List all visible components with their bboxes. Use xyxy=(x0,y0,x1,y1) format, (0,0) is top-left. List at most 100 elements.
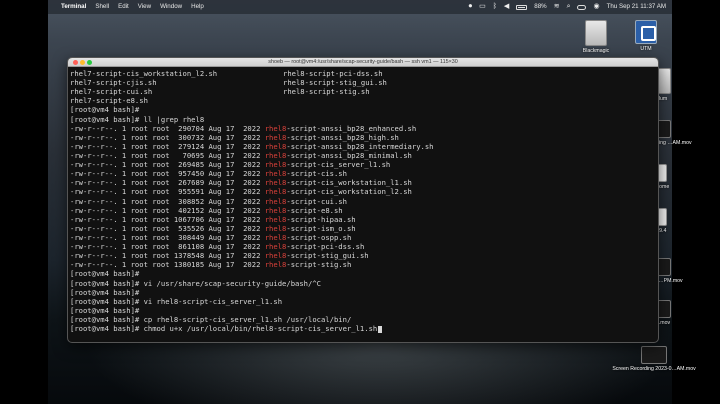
ls-meta: -rw-r--r--. 1 root root 290704 Aug 17 20… xyxy=(70,123,265,133)
desktop-icon-blackmagic[interactable]: Blackmagic xyxy=(574,20,618,54)
terminal-line: -rw-r--r--. 1 root root 290704 Aug 17 20… xyxy=(70,124,656,133)
terminal-title-bar[interactable]: shoeb — root@vm4:/usr/share/scap-securit… xyxy=(68,58,658,67)
ls-meta: -rw-r--r--. 1 root root 267689 Aug 17 20… xyxy=(70,178,265,188)
ls-meta: -rw-r--r--. 1 root root 308449 Aug 17 20… xyxy=(70,232,265,242)
terminal-line: -rw-r--r--. 1 root root 957450 Aug 17 20… xyxy=(70,169,656,178)
grep-match: rhel8 xyxy=(264,232,287,242)
menu-app-name[interactable]: Terminal xyxy=(61,0,86,14)
ls-filename-suffix: -script-anssi_bp28_high.sh xyxy=(286,132,399,142)
grep-match: rhel8 xyxy=(264,160,287,170)
grep-match: rhel8 xyxy=(264,251,287,261)
desktop-icon-utm[interactable]: UTM xyxy=(624,20,668,52)
desktop-icon-label: Screen Recording 2023-0…AM.mov xyxy=(612,366,696,372)
terminal-output[interactable]: rhel7-script-cis_workstation_l2.sh rhel8-… xyxy=(68,68,658,342)
terminal-line: [root@vm4 bash]# xyxy=(70,306,656,315)
shell-line: [root@vm4 bash]# xyxy=(70,105,140,115)
grep-match: rhel8 xyxy=(264,150,287,160)
ls-filename-suffix: -script-hipaa.sh xyxy=(286,214,356,224)
desktop-icon-label: UTM xyxy=(640,46,652,52)
grep-match: rhel8 xyxy=(264,178,287,188)
utm-app-icon xyxy=(635,20,657,44)
screen: Terminal Shell Edit View Window Help ⏺ ▭… xyxy=(0,0,720,404)
ls-filename-suffix: -script-stig_gui.sh xyxy=(286,251,369,261)
ls-filename-suffix: -script-e8.sh xyxy=(286,205,343,215)
file-name-col1: rhel7-script-cui.sh xyxy=(70,87,153,97)
terminal-line: -rw-r--r--. 1 root root 1378548 Aug 17 2… xyxy=(70,251,656,260)
ls-filename-suffix: -script-ism_o.sh xyxy=(286,223,356,233)
shell-line: [root@vm4 bash]# ll |grep rhel8 xyxy=(70,114,205,124)
file-name-col1: rhel7-script-e8.sh xyxy=(70,96,148,106)
battery-icon[interactable] xyxy=(516,4,528,10)
menu-view[interactable]: View xyxy=(138,0,151,14)
menu-window[interactable]: Window xyxy=(160,0,182,14)
screen-record-icon[interactable]: ⏺ xyxy=(469,0,473,14)
siri-icon[interactable]: ◉ xyxy=(593,0,599,14)
grep-match: rhel8 xyxy=(264,260,287,270)
menu-bar-status: ⏺ ▭ ᛒ ◀ 88% ≋ ⌕ ◉ Thu Sep 21 11:37 AM xyxy=(469,0,666,14)
terminal-line: [root@vm4 bash]# xyxy=(70,105,656,114)
ls-meta: -rw-r--r--. 1 root root 402152 Aug 17 20… xyxy=(70,205,265,215)
menu-edit[interactable]: Edit xyxy=(118,0,129,14)
ls-meta: -rw-r--r--. 1 root root 300732 Aug 17 20… xyxy=(70,132,265,142)
bluetooth-icon[interactable]: ᛒ xyxy=(493,0,497,14)
video-file-icon xyxy=(641,346,667,364)
ls-meta: -rw-r--r--. 1 root root 955591 Aug 17 20… xyxy=(70,187,265,197)
ls-meta: -rw-r--r--. 1 root root 279124 Aug 17 20… xyxy=(70,141,265,151)
menu-help[interactable]: Help xyxy=(191,0,204,14)
terminal-line: -rw-r--r--. 1 root root 1067706 Aug 17 2… xyxy=(70,215,656,224)
terminal-line: -rw-r--r--. 1 root root 269485 Aug 17 20… xyxy=(70,160,656,169)
right-pillarbox xyxy=(672,0,720,404)
terminal-line: [root@vm4 bash]# xyxy=(70,269,656,278)
terminal-line: [root@vm4 bash]# xyxy=(70,288,656,297)
desktop-icon-label: Blackmagic xyxy=(582,48,610,54)
ls-meta: -rw-r--r--. 1 root root 957450 Aug 17 20… xyxy=(70,169,265,179)
menu-clock[interactable]: Thu Sep 21 11:37 AM xyxy=(607,0,666,14)
grep-match: rhel8 xyxy=(264,141,287,151)
file-name-col1: rhel7-script-cis_workstation_l2.sh xyxy=(70,69,218,78)
terminal-line: -rw-r--r--. 1 root root 402152 Aug 17 20… xyxy=(70,206,656,215)
shell-line: [root@vm4 bash]# chmod u+x /usr/local/bi… xyxy=(70,324,378,334)
terminal-title: shoeb — root@vm4:/usr/share/scap-securit… xyxy=(268,59,458,65)
terminal-line: [root@vm4 bash]# cp rhel8-script-cis_ser… xyxy=(70,315,656,324)
file-name-col2: rhel8-script-stig_gui.sh xyxy=(283,78,387,88)
grep-match: rhel8 xyxy=(264,205,287,215)
desktop-icon-recording-4[interactable]: Screen Recording 2023-0…AM.mov xyxy=(612,346,696,372)
terminal-window[interactable]: shoeb — root@vm4:/usr/share/scap-securit… xyxy=(67,57,659,343)
terminal-line: -rw-r--r--. 1 root root 955591 Aug 17 20… xyxy=(70,187,656,196)
grep-match: rhel8 xyxy=(264,132,287,142)
battery-percent: 88% xyxy=(534,3,547,10)
grep-match: rhel8 xyxy=(264,187,287,197)
control-center-icon[interactable] xyxy=(577,4,587,10)
ls-filename-suffix: -script-cui.sh xyxy=(286,196,347,206)
terminal-line: rhel7-script-cis_workstation_l2.sh rhel8-… xyxy=(70,69,656,78)
shell-line: [root@vm4 bash]# xyxy=(70,287,140,297)
terminal-line: -rw-r--r--. 1 root root 861108 Aug 17 20… xyxy=(70,242,656,251)
terminal-line: -rw-r--r--. 1 root root 1380185 Aug 17 2… xyxy=(70,260,656,269)
grep-match: rhel8 xyxy=(264,223,287,233)
drive-icon xyxy=(585,20,607,46)
terminal-line: [root@vm4 bash]# ll |grep rhel8 xyxy=(70,115,656,124)
file-name-col1: rhel7-script-cjis.sh xyxy=(70,78,157,88)
wifi-icon[interactable]: ≋ xyxy=(554,0,560,14)
text-cursor xyxy=(378,325,383,333)
ls-filename-suffix: -script-anssi_bp28_enhanced.sh xyxy=(286,123,417,133)
ls-meta: -rw-r--r--. 1 root root 269485 Aug 17 20… xyxy=(70,160,265,170)
file-name-col2: rhel8-script-pci-dss.sh xyxy=(283,69,383,78)
shell-line: [root@vm4 bash]# vi /usr/share/scap-secu… xyxy=(70,278,321,288)
ls-filename-suffix: -script-cis_workstation_l1.sh xyxy=(286,178,412,188)
shell-line: [root@vm4 bash]# vi rhel8-script-cis_ser… xyxy=(70,296,283,306)
ls-meta: -rw-r--r--. 1 root root 1067706 Aug 17 2… xyxy=(70,214,265,224)
terminal-line: [root@vm4 bash]# chmod u+x /usr/local/bi… xyxy=(70,324,656,333)
terminal-line: -rw-r--r--. 1 root root 267689 Aug 17 20… xyxy=(70,178,656,187)
menu-shell[interactable]: Shell xyxy=(95,0,109,14)
terminal-line: rhel7-script-cjis.sh rhel8-script-stig_gu… xyxy=(70,78,656,87)
display-icon[interactable]: ▭ xyxy=(479,0,486,14)
terminal-line: -rw-r--r--. 1 root root 308449 Aug 17 20… xyxy=(70,233,656,242)
shell-line: [root@vm4 bash]# cp rhel8-script-cis_ser… xyxy=(70,314,352,324)
ls-filename-suffix: -script-cis_server_l1.sh xyxy=(286,160,391,170)
volume-icon[interactable]: ◀ xyxy=(504,0,509,14)
shell-line: [root@vm4 bash]# xyxy=(70,269,140,279)
ls-filename-suffix: -script-anssi_bp28_intermediary.sh xyxy=(286,141,434,151)
ls-filename-suffix: -script-pci-dss.sh xyxy=(286,242,365,252)
search-icon[interactable]: ⌕ xyxy=(567,0,571,14)
